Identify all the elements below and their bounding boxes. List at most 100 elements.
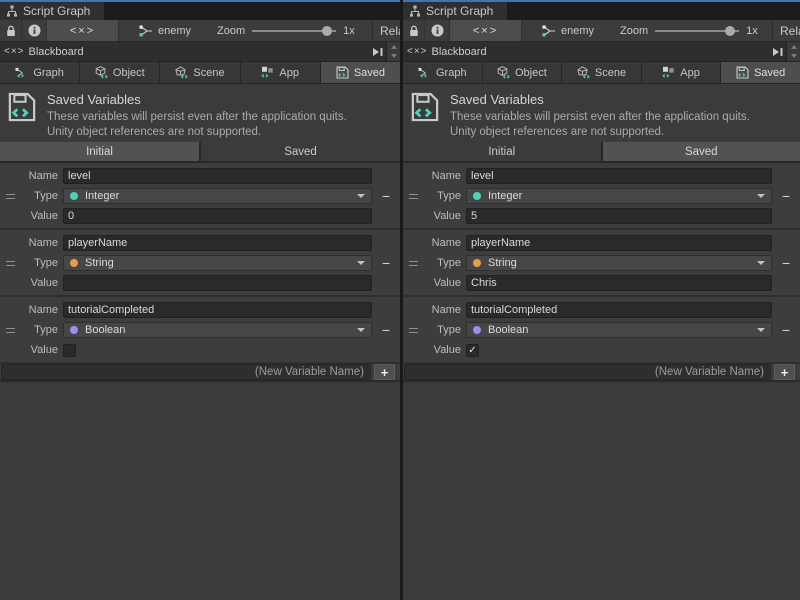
- type-color-dot: [70, 192, 78, 200]
- variable-name-input[interactable]: [466, 168, 772, 184]
- zoom-slider-thumb[interactable]: [725, 26, 735, 36]
- remove-variable-button[interactable]: −: [772, 188, 800, 204]
- scroll-down-button[interactable]: [787, 52, 800, 62]
- value-label: Value: [423, 277, 461, 289]
- graph-name: enemy: [561, 25, 594, 37]
- tab-initial[interactable]: Initial: [403, 142, 603, 161]
- tab-saved[interactable]: Saved: [721, 62, 800, 83]
- tab-app[interactable]: App: [241, 62, 321, 83]
- remove-variable-button[interactable]: −: [372, 188, 400, 204]
- tab-initial[interactable]: Initial: [0, 142, 201, 161]
- tab-graph[interactable]: Graph: [0, 62, 80, 83]
- drag-handle[interactable]: [403, 194, 423, 199]
- graph-breadcrumb[interactable]: enemy: [139, 25, 191, 37]
- relations-button[interactable]: Rela: [772, 20, 800, 41]
- scroll-arrows: [386, 42, 400, 61]
- variables-icon: <×>: [473, 25, 498, 37]
- remove-variable-button[interactable]: −: [372, 322, 400, 338]
- type-label: Type: [20, 190, 58, 202]
- graph-breadcrumb[interactable]: enemy: [542, 25, 594, 37]
- value-row: Value: [0, 274, 400, 292]
- remove-variable-button[interactable]: −: [772, 322, 800, 338]
- type-dropdown[interactable]: Boolean: [466, 322, 772, 338]
- variable-value-input[interactable]: [466, 208, 772, 224]
- drag-handle[interactable]: [0, 261, 20, 266]
- add-variable-button[interactable]: +: [774, 364, 795, 380]
- scroll-down-button[interactable]: [387, 52, 400, 62]
- variable-name-input[interactable]: [63, 168, 372, 184]
- info-button[interactable]: [22, 20, 47, 41]
- variable-value-checkbox[interactable]: [466, 344, 479, 357]
- drag-handle[interactable]: [0, 328, 20, 333]
- tab-saved-values[interactable]: Saved: [603, 142, 800, 161]
- zoom-slider[interactable]: [252, 30, 336, 32]
- blackboard-empty-area: [403, 382, 800, 600]
- add-variable-button[interactable]: +: [374, 364, 395, 380]
- zoom-slider[interactable]: [655, 30, 739, 32]
- type-row: Type Integer −: [0, 187, 400, 205]
- type-dropdown[interactable]: String: [63, 255, 372, 271]
- tab-label: Saved: [754, 67, 785, 79]
- chevron-down-icon: [357, 261, 365, 265]
- dock-icon: [772, 47, 783, 57]
- scroll-up-button[interactable]: [387, 42, 400, 52]
- variable-value-input[interactable]: [466, 275, 772, 291]
- saved-variables-icon: [8, 92, 36, 138]
- variables-toggle-button[interactable]: <×>: [47, 20, 119, 41]
- minus-icon: −: [382, 255, 390, 271]
- variable-value-input[interactable]: [63, 275, 372, 291]
- window-tab-bar: Script Graph: [0, 0, 400, 20]
- new-variable-name-input[interactable]: [404, 364, 771, 380]
- variable-name-input[interactable]: [63, 235, 372, 251]
- tab-script-graph[interactable]: Script Graph: [403, 2, 507, 20]
- tab-object[interactable]: Object: [80, 62, 160, 83]
- dock-button[interactable]: [368, 42, 386, 61]
- type-dropdown[interactable]: String: [466, 255, 772, 271]
- drag-handle[interactable]: [0, 194, 20, 199]
- tab-graph[interactable]: Graph: [403, 62, 483, 83]
- type-value: String: [85, 257, 114, 269]
- remove-variable-button[interactable]: −: [772, 255, 800, 271]
- tab-scene[interactable]: Scene: [562, 62, 642, 83]
- chevron-down-icon: [757, 328, 765, 332]
- type-dropdown[interactable]: Integer: [63, 188, 372, 204]
- variable-name-input[interactable]: [466, 302, 772, 318]
- remove-variable-button[interactable]: −: [372, 255, 400, 271]
- dock-button[interactable]: [768, 42, 786, 61]
- value-label: Value: [20, 277, 58, 289]
- type-dropdown[interactable]: Integer: [466, 188, 772, 204]
- variable-name-input[interactable]: [63, 302, 372, 318]
- relations-label: Rela: [780, 24, 800, 38]
- zoom-slider-thumb[interactable]: [322, 26, 332, 36]
- scroll-up-button[interactable]: [787, 42, 800, 52]
- info-icon: [28, 24, 41, 37]
- new-variable-name-input[interactable]: [1, 364, 371, 380]
- tab-script-graph[interactable]: Script Graph: [0, 2, 104, 20]
- tab-saved-values[interactable]: Saved: [201, 142, 400, 161]
- drag-handle-icon: [6, 328, 15, 333]
- tab-object[interactable]: Object: [483, 62, 563, 83]
- variable-value-checkbox[interactable]: [63, 344, 76, 357]
- tab-scene[interactable]: Scene: [160, 62, 240, 83]
- screen: Script Graph <×> enemy: [0, 0, 800, 600]
- lock-button[interactable]: [0, 20, 22, 41]
- minus-icon: −: [782, 188, 790, 204]
- drag-handle[interactable]: [403, 261, 423, 266]
- variable-scope-tabs: Graph Object Scene App: [403, 62, 800, 84]
- relations-button[interactable]: Rela: [372, 20, 400, 41]
- tab-label: Saved: [284, 146, 317, 158]
- type-value: Boolean: [488, 324, 528, 336]
- variable-scope-tabs: Graph Object Scene App: [0, 62, 400, 84]
- tab-saved[interactable]: Saved: [321, 62, 400, 83]
- value-label: Value: [423, 210, 461, 222]
- variable-name-input[interactable]: [466, 235, 772, 251]
- info-button[interactable]: [425, 20, 450, 41]
- lock-button[interactable]: [403, 20, 425, 41]
- name-label: Name: [20, 170, 58, 182]
- type-dropdown[interactable]: Boolean: [63, 322, 372, 338]
- drag-handle[interactable]: [403, 328, 423, 333]
- script-graph-icon: [409, 5, 421, 17]
- tab-app[interactable]: App: [642, 62, 722, 83]
- variable-value-input[interactable]: [63, 208, 372, 224]
- variables-toggle-button[interactable]: <×>: [450, 20, 522, 41]
